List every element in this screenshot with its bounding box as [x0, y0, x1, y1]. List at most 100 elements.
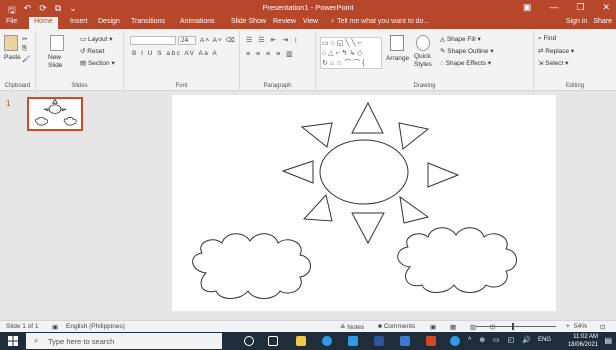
tab-file[interactable]: File — [6, 18, 17, 25]
copy-icon[interactable]: ⎘ — [22, 45, 27, 53]
task-view-icon[interactable] — [268, 336, 278, 346]
spellcheck-icon[interactable]: ▣ — [52, 323, 58, 331]
slide-thumbnail[interactable] — [27, 97, 83, 131]
new-slide-icon[interactable] — [50, 35, 64, 51]
cortana-icon[interactable] — [244, 336, 254, 346]
signin-link[interactable]: Sign in — [566, 18, 587, 25]
font-format-row[interactable]: B I U S abc AV Aa A — [132, 50, 218, 57]
tab-transitions[interactable]: Transitions — [131, 18, 165, 25]
slide-drawing — [192, 101, 517, 299]
mail-icon[interactable] — [348, 336, 358, 346]
window-controls: ▣ — ❐ ✕ — [523, 2, 610, 13]
clock[interactable]: 11:02 AM 18/06/2021 — [568, 333, 598, 349]
tab-view[interactable]: View — [303, 18, 318, 25]
paste-icon[interactable] — [4, 35, 18, 51]
arrange-icon[interactable] — [390, 35, 404, 51]
comments-button[interactable]: ■ Comments — [378, 323, 415, 330]
reset-button[interactable]: ↺ Reset — [80, 47, 104, 55]
tab-insert[interactable]: Insert — [70, 18, 88, 25]
tab-animations[interactable]: Animations — [180, 18, 215, 25]
clock-time: 11:02 AM — [573, 334, 598, 340]
title-bar: 🖫 ↶ ⟳ ⧉ ⌄ Presentation1 - PowerPoint ▣ —… — [0, 0, 616, 16]
system-tray-icons[interactable]: ^ ⊕ ▭ ◰ 🔊 — [468, 336, 534, 344]
layout-button[interactable]: ▭ Layout ▾ — [80, 35, 113, 43]
zoom-plus-icon[interactable]: + — [566, 323, 570, 330]
shape-effects-button[interactable]: ◌ Shape Effects ▾ — [440, 59, 491, 67]
edge-icon[interactable] — [322, 336, 332, 346]
language-status[interactable]: English (Philippines) — [66, 323, 125, 330]
notifications-icon[interactable]: ▤ — [604, 336, 612, 345]
editing-label: Editing — [565, 83, 585, 89]
triangle-left[interactable] — [281, 160, 314, 184]
slides-label: Slides — [71, 83, 88, 89]
editing-group: ⌕ Find ⇄ Replace ▾ ⇲ Select ▾ Editing — [534, 31, 616, 89]
powerpoint-taskbar-icon[interactable] — [426, 336, 436, 346]
find-button[interactable]: ⌕ Find — [538, 35, 556, 43]
fit-slide-icon[interactable]: ⊡ — [600, 323, 605, 331]
word-icon[interactable] — [374, 336, 384, 346]
cloud-right[interactable] — [397, 227, 517, 293]
triangle-bottom-left[interactable] — [302, 193, 333, 222]
font-size-input[interactable]: 24 — [178, 36, 196, 45]
notes-button[interactable]: ≙ Notes — [340, 323, 364, 331]
tab-design[interactable]: Design — [98, 18, 120, 25]
align-icons[interactable]: ≡ ≡ ≡ ≡ ▥ — [246, 50, 295, 58]
status-bar: Slide 1 of 1 ▣ English (Philippines) ≙ N… — [0, 320, 616, 332]
arrange-button[interactable]: Arrange — [386, 55, 409, 62]
quick-styles-icon[interactable] — [416, 35, 430, 51]
triangle-right[interactable] — [427, 162, 460, 188]
maximize-icon[interactable]: ❐ — [576, 2, 584, 13]
minimize-icon[interactable]: — — [549, 2, 558, 13]
font-grow-shrink-icons[interactable]: A˄ A˅ ⌫ — [200, 36, 236, 44]
quick-styles-button[interactable]: Quick Styles — [414, 53, 436, 69]
close-icon[interactable]: ✕ — [602, 2, 610, 13]
drawing-group: ▭ ○ ◱ ╲ ╲ ⌐ ○ △ ⌐ ↰ ↳ ◇ ↻ ⌂ ☆ ⌒ ⌒ { Arrang… — [316, 31, 534, 89]
share-button[interactable]: Share — [593, 18, 612, 25]
font-group: 24 A˄ A˅ ⌫ B I U S abc AV Aa A Font — [124, 31, 240, 89]
format-painter-icon[interactable]: 🖌 — [22, 55, 30, 63]
zoom-slider-thumb[interactable] — [512, 323, 514, 330]
paragraph-label: Paragraph — [263, 83, 292, 89]
triangle-top-right[interactable] — [398, 122, 430, 150]
help-icon[interactable] — [450, 336, 460, 346]
new-slide-button[interactable]: New Slide — [48, 54, 72, 70]
slide[interactable] — [172, 95, 556, 311]
slides-panel: 1 — [0, 91, 86, 320]
shapes-gallery[interactable]: ▭ ○ ◱ ╲ ╲ ⌐ ○ △ ⌐ ↰ ↳ ◇ ↻ ⌂ ☆ ⌒ ⌒ { — [320, 37, 382, 69]
language-indicator[interactable]: ENG — [538, 337, 551, 343]
sun-oval[interactable] — [319, 139, 409, 205]
cloud-left[interactable] — [192, 233, 311, 299]
tab-slide-show[interactable]: Slide Show — [231, 18, 266, 25]
triangle-top[interactable] — [351, 101, 384, 134]
shape-fill-button[interactable]: ◬ Shape Fill ▾ — [440, 35, 481, 43]
drawing-label: Drawing — [413, 83, 436, 89]
taskbar-search-input[interactable]: ⌕ Type here to search — [26, 333, 222, 349]
store-icon[interactable] — [400, 336, 410, 346]
file-explorer-icon[interactable] — [296, 336, 306, 346]
tab-home[interactable]: Home — [29, 17, 58, 29]
section-button[interactable]: ▤ Section ▾ — [80, 59, 115, 67]
clipboard-label: Clipboard — [4, 83, 31, 89]
select-button[interactable]: ⇲ Select ▾ — [538, 59, 568, 67]
triangle-bottom-right[interactable] — [399, 195, 430, 224]
font-name-input[interactable] — [130, 36, 176, 45]
triangle-bottom[interactable] — [351, 212, 385, 245]
view-buttons[interactable]: ▣ ▦ ▥ ⊡ — [430, 323, 501, 331]
font-label: Font — [175, 83, 188, 89]
ribbon-display-icon[interactable]: ▣ — [523, 2, 532, 13]
cut-icon[interactable]: ✂ — [22, 35, 27, 43]
replace-button[interactable]: ⇄ Replace ▾ — [538, 47, 574, 55]
slides-group: New Slide ▭ Layout ▾ ↺ Reset ▤ Section ▾… — [36, 31, 124, 89]
shape-outline-button[interactable]: ✎ Shape Outline ▾ — [440, 47, 494, 55]
zoom-level[interactable]: 54% — [574, 323, 587, 330]
windows-start-icon[interactable] — [8, 336, 18, 346]
triangle-top-left[interactable] — [300, 122, 333, 148]
taskbar: ⌕ Type here to search ^ ⊕ ▭ ◰ 🔊 ENG 11:0… — [0, 332, 616, 350]
ribbon: Paste ✂ ⎘ 🖌 Clipboard New Slide ▭ Layout… — [0, 29, 616, 91]
list-icons[interactable]: ☰ ☰ ⇤ ⇥ ↕ — [246, 36, 300, 44]
tell-me-search[interactable]: ♀ Tell me what you want to do... — [330, 18, 429, 25]
tab-review[interactable]: Review — [273, 18, 296, 25]
paste-button[interactable]: Paste — [4, 54, 21, 61]
thumbnail-drawing — [35, 98, 77, 126]
zoom-slider[interactable] — [476, 326, 556, 327]
